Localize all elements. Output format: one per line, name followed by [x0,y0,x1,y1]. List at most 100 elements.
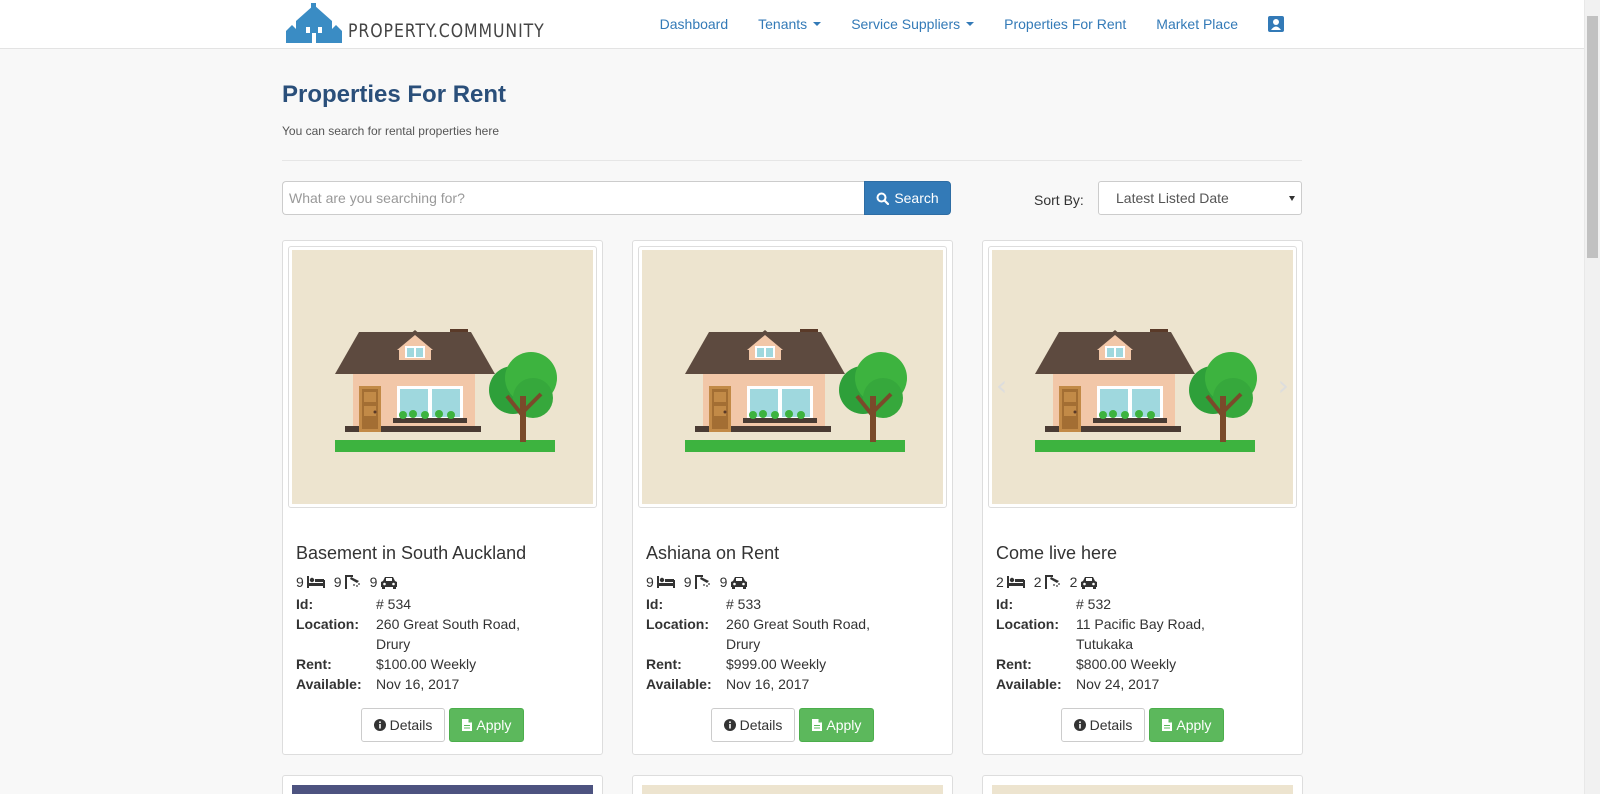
shower-icon [694,575,710,589]
id-label: Id: [646,596,664,612]
apply-button-label: Apply [476,717,512,733]
location-line: Drury [726,636,761,652]
property-title[interactable]: Basement in South Auckland [296,543,526,564]
available-label: Available: [646,676,712,692]
card-actions: Details Apply [633,708,952,742]
search-button-label: Search [894,190,939,206]
bed-icon [656,576,675,588]
bathrooms-count: 9 [683,574,692,590]
property-image-frame [638,246,947,508]
property-id: # 534 [376,596,412,612]
property-card: ‹ › Come live here 2 2 2 Id: # 532 Locatio… [982,240,1303,755]
house-illustration-icon [335,329,557,452]
scrollbar-thumb[interactable] [1587,16,1598,258]
details-button[interactable]: Details [360,708,446,742]
info-icon [373,719,386,731]
page-scrollbar[interactable] [1584,0,1600,794]
location-line: Drury [376,636,411,652]
property-card: Ashiana on Rent 9 9 9 Id: # 533 Location:… [632,240,953,755]
bedrooms: 2 [996,574,1025,590]
details-button-label: Details [1089,717,1133,733]
bedrooms-count: 9 [646,574,654,590]
details-button[interactable]: Details [1060,708,1146,742]
nav-dashboard[interactable]: Dashboard [660,16,729,32]
nav-market-place-label: Market Place [1156,16,1238,32]
bedrooms-count: 9 [296,574,304,590]
page-title: Properties For Rent [282,81,507,108]
property-location: 11 Pacific Bay Road, Tutukaka [1076,614,1246,654]
property-image[interactable] [642,250,943,504]
apply-button-label: Apply [1176,717,1212,733]
location-line: Tutukaka [1076,636,1134,652]
search-icon [876,192,890,205]
property-available-date: Nov 16, 2017 [376,676,460,692]
property-id: # 532 [1076,596,1112,612]
details-button[interactable]: Details [710,708,796,742]
property-image-frame [288,246,597,508]
property-image[interactable] [292,250,593,504]
sort-selected-value: Latest Listed Date [1116,190,1229,206]
parking-count: 2 [1069,574,1078,590]
bathrooms: 2 [1034,574,1061,590]
rent-label: Rent: [996,656,1032,672]
property-available-date: Nov 16, 2017 [726,676,810,692]
property-details: Id: # 533 Location: 260 Great South Road, D… [646,594,896,694]
apply-button[interactable]: Apply [799,708,875,742]
property-rent: $999.00 Weekly [726,656,827,672]
property-rent: $800.00 Weekly [1076,656,1177,672]
caret-down-icon [813,22,822,26]
search-button[interactable]: Search [864,181,951,215]
file-icon [812,719,823,731]
apply-button[interactable]: Apply [1149,708,1225,742]
parking-count: 9 [369,574,378,590]
property-card-partial [982,775,1303,794]
property-details: Id: # 534 Location: 260 Great South Road, D… [296,594,546,694]
dropdown-arrow-icon [1289,196,1295,201]
bedrooms: 9 [646,574,675,590]
nav-market-place[interactable]: Market Place [1156,16,1238,32]
bedrooms: 9 [296,574,325,590]
info-icon [1073,719,1086,731]
location-line: 11 Pacific Bay Road, [1076,616,1205,632]
apply-button-label: Apply [826,717,862,733]
nav-properties-for-rent[interactable]: Properties For Rent [1004,16,1126,32]
property-title[interactable]: Come live here [996,543,1117,564]
sort-select[interactable]: Latest Listed Date [1098,181,1302,215]
shower-icon [344,575,360,589]
property-card-partial [632,775,953,794]
property-id: # 533 [726,596,762,612]
header-divider [282,160,1302,161]
location-label: Location: [996,616,1059,632]
search-input[interactable] [282,181,864,215]
property-image[interactable]: ‹ › [992,250,1293,504]
car-icon [381,576,398,589]
property-details: Id: # 532 Location: 11 Pacific Bay Road, Tu… [996,594,1246,694]
carousel-next-icon[interactable]: › [1278,372,1289,400]
user-card-icon[interactable] [1268,16,1284,32]
nav-service-suppliers-label: Service Suppliers [851,16,961,32]
house-illustration-icon [685,329,907,452]
location-line: 260 Great South Road, [376,616,520,632]
property-card: Basement in South Auckland 9 9 9 Id: # 53… [282,240,603,755]
brand-logo[interactable]: PROPERTY.COMMUNITY [286,3,562,43]
property-location: 260 Great South Road, Drury [376,614,546,654]
carousel-prev-icon[interactable]: ‹ [996,372,1007,400]
parking: 9 [720,574,749,590]
card-actions: Details Apply [283,708,602,742]
parking-count: 9 [719,574,728,590]
property-location: 260 Great South Road, Drury [726,614,896,654]
nav-service-suppliers-dropdown[interactable]: Service Suppliers [851,16,975,32]
location-label: Location: [296,616,359,632]
property-image-frame: ‹ › [988,246,1297,508]
available-label: Available: [296,676,362,692]
file-icon [1162,719,1173,731]
property-title[interactable]: Ashiana on Rent [646,543,779,564]
nav-dashboard-label: Dashboard [659,16,729,32]
main-nav: Dashboard Tenants Service Suppliers Prop… [630,0,1284,48]
nav-tenants-dropdown[interactable]: Tenants [758,16,822,32]
property-card-partial [282,775,603,794]
id-label: Id: [996,596,1014,612]
card-actions: Details Apply [983,708,1302,742]
location-line: 260 Great South Road, [726,616,870,632]
apply-button[interactable]: Apply [449,708,525,742]
